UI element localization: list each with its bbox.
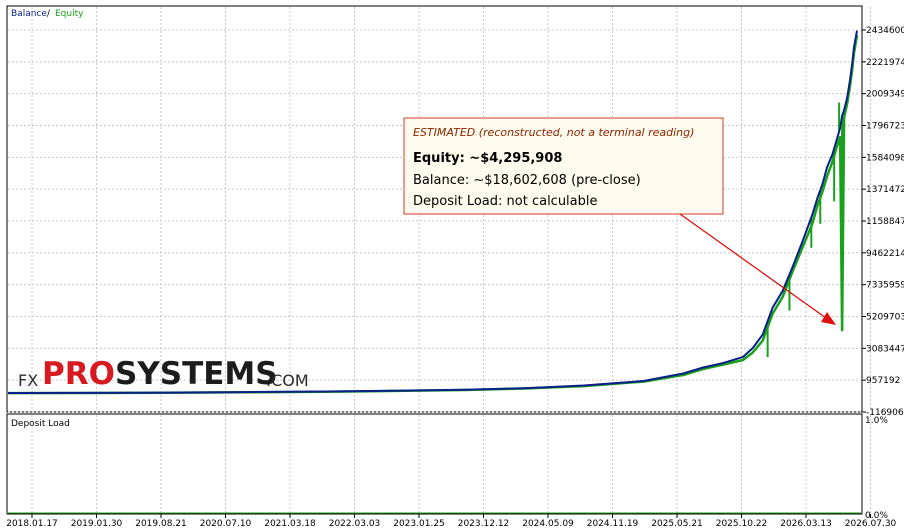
x-tick-label: 2022.03.03 xyxy=(329,519,381,529)
y-tick-label: 7335959 xyxy=(866,281,904,291)
y-tick-label: 13714725 xyxy=(866,185,904,195)
y-tick-label: 22219748 xyxy=(866,58,904,68)
x-tick-label: 2024.05.09 xyxy=(522,519,574,529)
y-tick-label: 5209703 xyxy=(866,313,904,323)
y-tick-label: 20093492 xyxy=(866,90,904,100)
x-tick-label: 2020.07.10 xyxy=(200,519,252,529)
x-tick-label: 2025.05.21 xyxy=(651,519,703,529)
logo-systems: SYSTEMS xyxy=(115,356,278,392)
legend-balance: Balance xyxy=(11,9,47,19)
x-tick-label: 2019.08.21 xyxy=(135,519,187,529)
fxprosystems-logo: FX PRO SYSTEMS .COM xyxy=(18,356,309,392)
x-tick-label: 2019.01.30 xyxy=(71,519,123,529)
y-axis-ticks: 24346003 22219748 20093492 17967236 15840981… xyxy=(862,26,904,418)
y-tick-label: 11588470 xyxy=(866,217,904,227)
logo-pro: PRO xyxy=(42,356,115,392)
y-tick-label: 957192 xyxy=(866,376,900,386)
callout-deposit-load: Deposit Load: not calculable xyxy=(413,194,598,209)
y-tick-label: 3083447 xyxy=(866,344,904,354)
x-tick-label: 2023.01.25 xyxy=(393,519,445,529)
deposit-load-tick-top: 1.0% xyxy=(865,416,888,426)
x-tick-label: 2021.03.18 xyxy=(264,519,316,529)
y-tick-label: 24346003 xyxy=(866,26,904,36)
x-tick-label: 2024.11.19 xyxy=(587,519,639,529)
x-tick-label: 2023.12.12 xyxy=(458,519,510,529)
x-axis-ticks: 2018.01.17 2019.01.30 2019.08.21 2020.07.10… xyxy=(6,514,897,529)
callout-equity: Equity: ~$4,295,908 xyxy=(413,151,562,166)
x-tick-label: 2018.01.17 xyxy=(6,519,58,529)
chart-canvas: 24346003 22219748 20093492 17967236 15840981… xyxy=(6,5,904,529)
y-tick-label: 15840981 xyxy=(866,153,904,163)
deposit-load-frame xyxy=(6,413,863,515)
x-tick-label: 2026.03.13 xyxy=(780,519,832,529)
x-tick-label: 2025.10.22 xyxy=(716,519,768,529)
callout-balance: Balance: ~$18,602,608 (pre-close) xyxy=(413,173,641,188)
logo-fx: FX xyxy=(18,371,38,390)
y-tick-label: 17967236 xyxy=(866,122,904,132)
callout-title: ESTIMATED (reconstructed, not a terminal… xyxy=(413,126,694,139)
legend-equity: Equity xyxy=(55,9,84,19)
y-tick-label: 9462214 xyxy=(866,249,904,259)
deposit-load-title: Deposit Load xyxy=(11,419,70,429)
x-tick-label: 2026.07.30 xyxy=(845,519,897,529)
logo-com: .COM xyxy=(266,371,309,390)
